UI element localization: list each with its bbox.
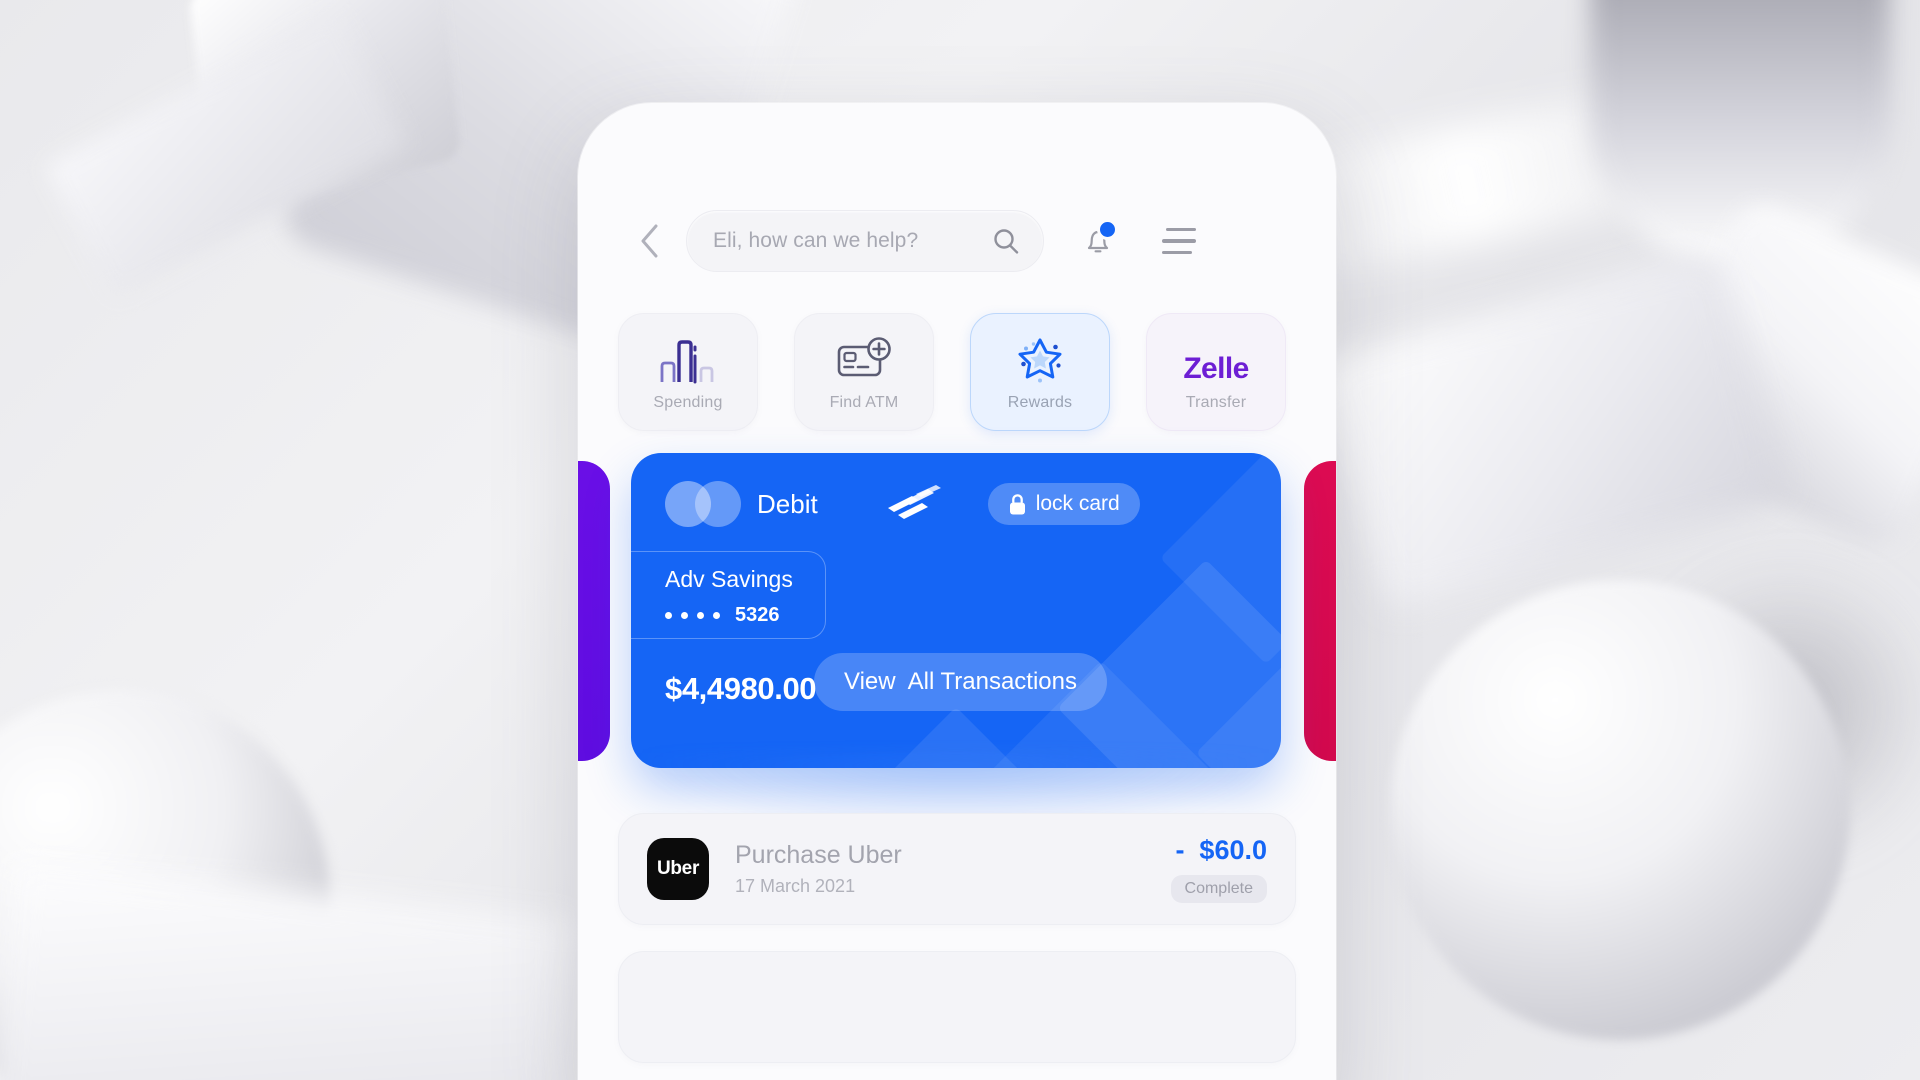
- card-type-label: Debit: [757, 488, 818, 519]
- bar-chart-icon: [658, 332, 718, 384]
- transaction-amount-block: - $60.0 Complete: [1170, 835, 1267, 903]
- quick-action-label: Spending: [653, 394, 723, 411]
- zelle-logo-icon: Zelle: [1183, 332, 1249, 385]
- account-balance: $4,4980.00: [665, 671, 817, 706]
- quick-action-transfer[interactable]: Zelle Transfer: [1146, 313, 1286, 431]
- hamburger-menu-icon-line-3: [1162, 250, 1192, 254]
- lock-card-button[interactable]: lock card: [987, 483, 1140, 525]
- status-badge: Complete: [1170, 875, 1267, 903]
- card-plus-icon: [835, 332, 893, 384]
- account-last4: 5326: [735, 604, 780, 626]
- quick-action-label: Transfer: [1185, 394, 1247, 411]
- account-card[interactable]: Debit lock card Adv Savings 5326 $4,4980…: [631, 453, 1281, 768]
- bank-of-america-flag-icon: [887, 485, 941, 519]
- app-header: Eli, how can we help?: [578, 195, 1336, 287]
- table-row-next-partial[interactable]: [618, 951, 1296, 1063]
- account-number-masked: 5326: [665, 604, 825, 627]
- account-name: Adv Savings: [665, 566, 793, 592]
- masked-digits: [665, 612, 729, 619]
- transaction-date: 17 March 2021: [735, 876, 856, 896]
- zelle-wordmark: Zelle: [1183, 352, 1249, 385]
- hamburger-menu-icon-line-2: [1162, 239, 1196, 243]
- card-carousel: Debit lock card Adv Savings 5326 $4,4980…: [578, 453, 1336, 773]
- merchant-logo-uber: Uber: [647, 838, 709, 900]
- view-all-transactions-button[interactable]: View All Transactions: [814, 653, 1108, 711]
- quick-actions-row: Spending Find ATM Rewards Zelle Transfer: [618, 311, 1298, 433]
- notification-badge-dot: [1100, 222, 1115, 237]
- hamburger-menu-icon-line-1: [1166, 228, 1196, 232]
- mastercard-icon: [665, 481, 741, 527]
- quick-action-find-atm[interactable]: Find ATM: [794, 313, 934, 431]
- screenshot-scene: Eli, how can we help? Spending Find ATM …: [0, 0, 1920, 1080]
- quick-action-spending[interactable]: Spending: [618, 313, 758, 431]
- background-sphere-right: [1390, 580, 1850, 1040]
- notifications-button[interactable]: [1078, 221, 1118, 261]
- carousel-card-previous[interactable]: [578, 461, 610, 761]
- background-bottom-band: [0, 861, 573, 1080]
- transaction-title: Purchase Uber: [735, 841, 902, 869]
- lock-card-label: lock card: [1035, 492, 1120, 515]
- chevron-left-icon: [641, 224, 658, 258]
- hamburger-menu-button[interactable]: [1162, 228, 1196, 254]
- table-row[interactable]: Uber Purchase Uber 17 March 2021 - $60.0…: [618, 813, 1296, 925]
- background-shard-right-3: [1312, 247, 1788, 613]
- back-button[interactable]: [626, 218, 672, 264]
- phone-mockup: Eli, how can we help? Spending Find ATM …: [578, 103, 1336, 1080]
- search-bar[interactable]: Eli, how can we help?: [686, 210, 1044, 272]
- star-sparkle-icon: [1011, 332, 1069, 384]
- carousel-card-next[interactable]: [1304, 461, 1336, 761]
- search-icon[interactable]: [991, 226, 1021, 256]
- quick-action-label: Find ATM: [829, 394, 899, 411]
- account-summary: Adv Savings 5326: [631, 551, 826, 639]
- quick-action-label: Rewards: [1007, 394, 1073, 411]
- lock-icon: [1009, 493, 1025, 514]
- card-header-row: Debit lock card: [665, 479, 1253, 529]
- transaction-amount: - $60.0: [1175, 835, 1267, 865]
- transaction-details: Purchase Uber 17 March 2021: [735, 841, 1171, 897]
- quick-action-rewards[interactable]: Rewards: [970, 313, 1110, 431]
- search-input[interactable]: Eli, how can we help?: [713, 229, 991, 253]
